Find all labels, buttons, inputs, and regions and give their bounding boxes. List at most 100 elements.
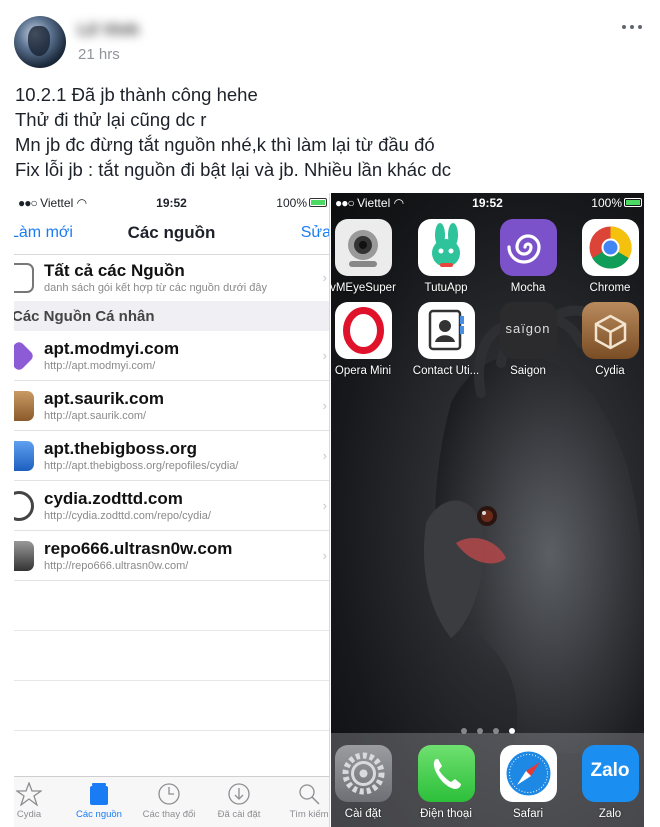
source-name: apt.modmyi.com (44, 339, 180, 358)
chrome-icon (581, 219, 639, 276)
tab-search[interactable]: Tìm kiếm (274, 777, 329, 827)
app-contact-utilities[interactable]: Contact Uti... (408, 302, 484, 377)
source-url: http://apt.saurik.com/ (44, 410, 147, 422)
source-url: http://apt.modmyi.com/ (44, 360, 156, 372)
section-title: Các Nguồn Cá nhân (14, 308, 155, 325)
empty-row (14, 631, 329, 681)
chevron-right-icon: › (322, 448, 327, 463)
app-vmeyesuper[interactable]: vMEyeSuper (331, 219, 401, 294)
all-sources-title: Tất cả các Nguồn (44, 261, 185, 280)
saigon-logo-text: saïgon (505, 321, 551, 336)
chevron-right-icon: › (322, 548, 327, 563)
app-settings[interactable]: Cài đặt (331, 745, 401, 820)
source-list: apt.modmyi.com http://apt.modmyi.com/ › … (14, 331, 329, 731)
clock-icon (158, 783, 180, 805)
empty-row (14, 681, 329, 731)
saurik-icon (14, 391, 34, 421)
rabbit-icon (417, 219, 475, 276)
tab-changes[interactable]: Các thay đổi (134, 777, 204, 827)
source-url: http://apt.thebigboss.org/repofiles/cydi… (44, 460, 239, 472)
source-row-ultrasn0w[interactable]: repo666.ultrasn0w.com http://repo666.ult… (14, 531, 329, 581)
tab-label: Cydia (16, 809, 42, 820)
avatar[interactable] (14, 16, 66, 68)
section-header: Các Nguồn Cá nhân (14, 301, 329, 331)
battery-icon (309, 198, 327, 207)
tab-cydia[interactable]: Cydia (14, 777, 64, 827)
app-label: Cài đặt (344, 808, 382, 820)
app-label: Mocha (510, 282, 546, 294)
battery-percent: 100% (591, 196, 622, 210)
phone-icon (417, 745, 475, 802)
spiral-icon (499, 219, 557, 276)
author-name[interactable]: Lê Vinh (78, 20, 139, 40)
zalo-icon: Zalo (581, 745, 639, 802)
status-bar: ●●○ Viettel ◠ 19:52 100% (331, 193, 644, 213)
post-text-line: 10.2.1 Đã jb thành công hehe (15, 84, 258, 105)
app-chrome[interactable]: Chrome (572, 219, 644, 294)
cydia-icon (581, 302, 639, 359)
source-name: cydia.zodttd.com (44, 489, 183, 508)
app-zalo[interactable]: Zalo Zalo (572, 745, 644, 820)
safari-icon (499, 745, 557, 802)
tab-bar: Cydia Các nguồn Các thay đổi Đã cài đặt … (14, 776, 329, 827)
tab-label: Các nguồn (76, 809, 122, 820)
source-row-saurik[interactable]: apt.saurik.com http://apt.saurik.com/ › (14, 381, 329, 431)
source-row-zodttd[interactable]: cydia.zodttd.com http://cydia.zodttd.com… (14, 481, 329, 531)
app-label: Zalo (598, 808, 622, 820)
chevron-right-icon: › (322, 498, 327, 513)
post-text: 10.2.1 Đã jb thành công hehe Thử đi thử … (15, 82, 645, 182)
all-sources-row[interactable]: Tất cả các Nguồn danh sách gói kết hợp t… (14, 255, 329, 301)
source-row-modmyi[interactable]: apt.modmyi.com http://apt.modmyi.com/ › (14, 331, 329, 381)
all-sources-icon (14, 263, 34, 293)
tab-label: Tìm kiếm (289, 809, 329, 820)
tab-installed[interactable]: Đã cài đặt (204, 777, 274, 827)
modmyi-icon (14, 340, 35, 372)
settings-icon (334, 745, 392, 802)
nav-bar: Làm mới Các nguồn Sửa (14, 213, 329, 255)
contacts-icon (417, 302, 475, 359)
sources-icon (90, 783, 108, 805)
cydia-screenshot[interactable]: ●●○ Viettel ◠ 19:52 100% Làm mới Các ngu… (14, 193, 330, 827)
dock: Cài đặt Điện thoại Safari Zalo Zalo (331, 733, 644, 827)
zodttd-icon (14, 491, 34, 521)
home-screen-screenshot[interactable]: ●●○ Viettel ◠ 19:52 100% vMEyeSuper Tutu… (331, 193, 644, 827)
app-mocha[interactable]: Mocha (490, 219, 566, 294)
tab-label: Đã cài đặt (217, 809, 261, 820)
more-options-icon[interactable] (620, 16, 646, 36)
ultrasn0w-icon (14, 541, 34, 571)
page-title: Các nguồn (127, 223, 216, 242)
opera-icon (334, 302, 392, 359)
app-label: Cydia (595, 365, 625, 377)
app-label: Saigon (510, 365, 546, 377)
app-saigon[interactable]: saïgon Saigon (490, 302, 566, 377)
app-cydia[interactable]: Cydia (572, 302, 644, 377)
download-icon (228, 783, 250, 805)
star-icon (16, 782, 42, 806)
app-tutuapp[interactable]: TutuApp (408, 219, 484, 294)
bigboss-icon (14, 441, 34, 471)
battery-icon (624, 198, 642, 207)
battery-percent: 100% (276, 196, 307, 210)
source-name: repo666.ultrasn0w.com (44, 539, 233, 558)
app-phone[interactable]: Điện thoại (408, 745, 484, 820)
empty-row (14, 581, 329, 631)
app-label: Opera Mini (334, 365, 392, 377)
source-url: http://repo666.ultrasn0w.com/ (44, 560, 189, 572)
app-label: vMEyeSuper (331, 282, 396, 294)
source-name: apt.saurik.com (44, 389, 164, 408)
post-timestamp[interactable]: 21 hrs (78, 46, 120, 63)
app-label: Safari (512, 808, 544, 820)
post-text-line: Fix lỗi jb : tắt nguồn đi bật lại và jb.… (15, 159, 452, 180)
tab-sources[interactable]: Các nguồn (64, 777, 134, 827)
app-label: Contact Uti... (412, 365, 480, 377)
post-text-line: Thử đi thử lại cũng dc r (15, 109, 207, 130)
status-bar: ●●○ Viettel ◠ 19:52 100% (14, 193, 329, 213)
source-name: apt.thebigboss.org (44, 439, 197, 458)
source-url: http://cydia.zodttd.com/repo/cydia/ (44, 510, 211, 522)
app-opera-mini[interactable]: Opera Mini (331, 302, 401, 377)
app-safari[interactable]: Safari (490, 745, 566, 820)
chevron-right-icon: › (322, 348, 327, 363)
source-row-bigboss[interactable]: apt.thebigboss.org http://apt.thebigboss… (14, 431, 329, 481)
edit-button[interactable]: Sửa (301, 224, 329, 242)
post-header: Lê Vinh 21 hrs (14, 14, 646, 70)
